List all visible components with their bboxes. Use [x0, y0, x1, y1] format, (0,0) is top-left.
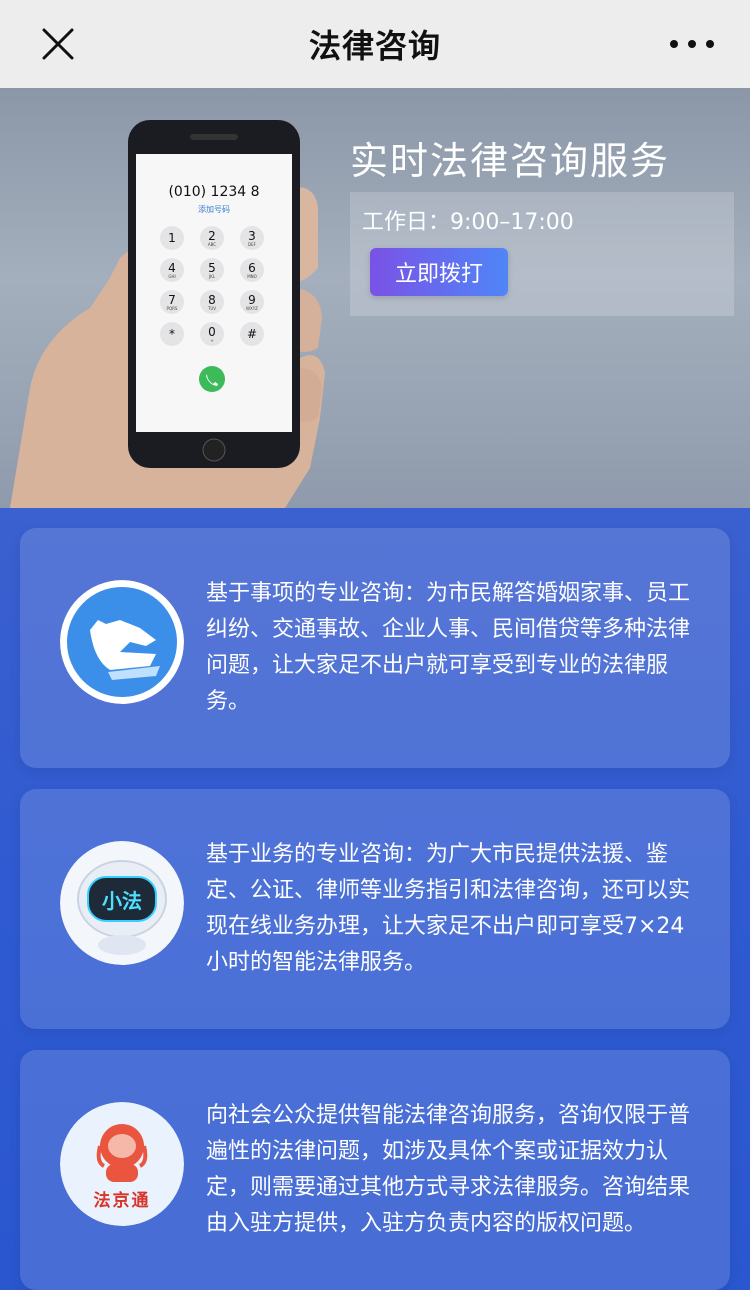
keypad-key[interactable]: * [160, 322, 184, 346]
keypad-digit: * [169, 327, 175, 341]
keypad-digit: 2 [208, 228, 216, 243]
keypad-key[interactable]: 2 ABC [200, 226, 224, 250]
keypad-key[interactable]: 7 PQRS [160, 290, 184, 314]
page-title: 法律咨询 [308, 27, 441, 65]
keypad-letters: + [210, 337, 214, 343]
robot-label: 小法 [102, 889, 142, 913]
title-bar: 法律咨询 [0, 0, 750, 88]
hero-banner: (010) 1234 8 添加号码 1 2 ABC 3 DEF 4 GHI 5 JKL 6 MNO 7… [0, 88, 750, 508]
card-smart-consult[interactable]: 法京通 向社会公众提供智能法律咨询服务，咨询仅限于普遍性的法律问题，如涉及具体个… [20, 1050, 730, 1290]
card-text: 基于事项的专业咨询：为市民解答婚姻家事、员工纠纷、交通事故、企业人事、民间借贷等… [206, 581, 691, 714]
keypad-digit: 7 [168, 292, 176, 307]
card-matter-consult[interactable]: 基于事项的专业咨询：为市民解答婚姻家事、员工纠纷、交通事故、企业人事、民间借贷等… [20, 528, 730, 768]
keypad-key[interactable]: 9 WXYZ [240, 290, 264, 314]
keypad-digit: 0 [208, 324, 216, 339]
card-text: 基于业务的专业咨询：为广大市民提供法援、鉴定、公证、律师等业务指引和法律咨询，还… [206, 842, 691, 975]
phone-illustration: (010) 1234 8 添加号码 1 2 ABC 3 DEF 4 GHI 5 JKL 6 MNO 7… [0, 88, 360, 508]
call-key[interactable] [199, 366, 225, 392]
close-icon [42, 28, 74, 60]
wolf-logo-icon [60, 580, 184, 704]
card-business-consult[interactable]: 小法 基于业务的专业咨询：为广大市民提供法援、鉴定、公证、律师等业务指引和法律咨… [20, 789, 730, 1029]
hero-title: 实时法律咨询服务 [350, 139, 671, 183]
keypad-letters: GHI [168, 273, 176, 279]
more-icon [670, 40, 714, 48]
dialed-number: (010) 1234 8 [168, 184, 260, 200]
keypad-key[interactable]: 0 + [200, 322, 224, 346]
keypad-key[interactable]: 6 MNO [240, 258, 264, 282]
add-number-link[interactable]: 添加号码 [136, 204, 292, 215]
keypad-letters: TUV [207, 305, 217, 311]
keypad-key[interactable]: 1 [160, 226, 184, 250]
card-text: 向社会公众提供智能法律咨询服务，咨询仅限于普遍性的法律问题，如涉及具体个案或证据… [206, 1103, 691, 1236]
call-now-button[interactable]: 立即拨打 [370, 248, 508, 296]
keypad-key[interactable]: 8 TUV [200, 290, 224, 314]
keypad-key[interactable]: # [240, 322, 264, 346]
keypad-digit: 3 [248, 228, 256, 243]
keypad-letters: ABC [207, 241, 217, 247]
keypad-key[interactable]: 5 JKL [200, 258, 224, 282]
astronaut-label: 法京通 [93, 1191, 151, 1211]
robot-xiaofa-icon: 小法 [60, 841, 184, 965]
keypad-digit: 5 [208, 260, 216, 275]
keypad-letters: JKL [208, 273, 216, 279]
keypad-digit: # [246, 327, 258, 341]
keypad-digit: 6 [248, 260, 256, 275]
astronaut-fajingtong-icon: 法京通 [60, 1102, 184, 1226]
keypad-letters: DEF [248, 241, 256, 247]
keypad-digit: 1 [168, 231, 176, 245]
keypad-digit: 8 [208, 292, 216, 307]
keypad-letters: WXYZ [246, 305, 258, 311]
keypad-digit: 9 [248, 292, 256, 307]
phone-icon [206, 374, 218, 386]
keypad: 1 2 ABC 3 DEF 4 GHI 5 JKL 6 MNO 7 PQRS 8 TUV 9 WXYZ * 0 + # [156, 222, 272, 372]
working-hours: 工作日：9:00–17:00 [362, 210, 574, 235]
keypad-key[interactable]: 3 DEF [240, 226, 264, 250]
keypad-key[interactable]: 4 GHI [160, 258, 184, 282]
close-button[interactable] [38, 24, 78, 64]
keypad-letters: PQRS [166, 305, 178, 311]
service-cards: 基于事项的专业咨询：为市民解答婚姻家事、员工纠纷、交通事故、企业人事、民间借贷等… [0, 508, 750, 1290]
keypad-letters: MNO [247, 273, 257, 279]
keypad-digit: 4 [168, 260, 176, 275]
more-button[interactable] [664, 26, 720, 62]
hero-info-box: 工作日：9:00–17:00 立即拨打 [350, 192, 734, 316]
